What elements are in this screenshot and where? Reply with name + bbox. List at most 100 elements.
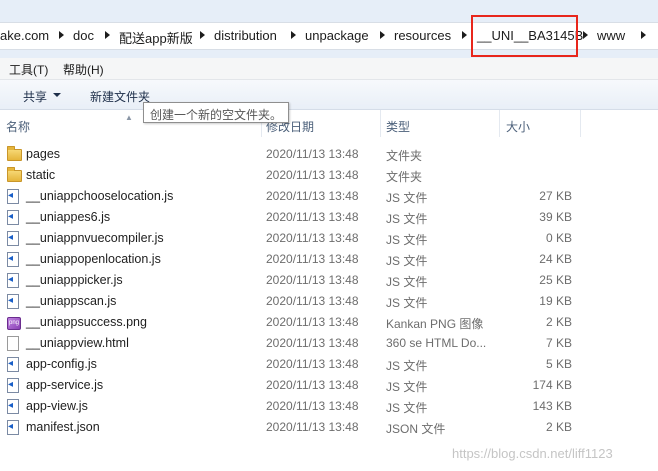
file-type: JSON 文件	[386, 422, 446, 436]
breadcrumb-item[interactable]: 配送app新版	[119, 28, 193, 47]
file-row[interactable]: app-view.js 2020/11/13 13:48 JS 文件 143 K…	[0, 396, 658, 417]
watermark: https://blog.csdn.net/liff1123	[452, 446, 613, 461]
breadcrumb-separator-icon[interactable]	[291, 31, 296, 39]
column-divider[interactable]	[499, 110, 500, 137]
breadcrumb-item[interactable]: ake.com	[0, 28, 49, 43]
html-file-icon	[7, 336, 19, 351]
file-row[interactable]: __uniappchooselocation.js 2020/11/13 13:…	[0, 186, 658, 207]
file-type: JS 文件	[386, 254, 428, 268]
column-header-size[interactable]: 大小	[506, 118, 530, 135]
toolbar: 共享 新建文件夹	[0, 80, 658, 110]
file-size: 5 KB	[545, 357, 572, 371]
file-date: 2020/11/13 13:48	[266, 315, 359, 329]
js-file-icon	[7, 210, 19, 225]
file-name: __uniappopenlocation.js	[26, 252, 161, 266]
file-type: JS 文件	[386, 275, 428, 289]
column-divider[interactable]	[380, 110, 381, 137]
file-name: __uniappchooselocation.js	[26, 189, 174, 203]
file-name: app-service.js	[26, 378, 104, 392]
file-name: __uniappscan.js	[26, 294, 117, 308]
file-row[interactable]: pages 2020/11/13 13:48 文件夹	[0, 144, 658, 165]
file-date: 2020/11/13 13:48	[266, 189, 359, 203]
sort-up-icon: ▲	[125, 113, 133, 122]
file-size: 2 KB	[545, 420, 572, 434]
file-date: 2020/11/13 13:48	[266, 273, 359, 287]
file-type: JS 文件	[386, 359, 428, 373]
js-file-icon	[7, 252, 19, 267]
file-size: 27 KB	[539, 189, 572, 203]
file-name: app-view.js	[26, 399, 88, 413]
file-row[interactable]: __uniappopenlocation.js 2020/11/13 13:48…	[0, 249, 658, 270]
file-date: 2020/11/13 13:48	[266, 147, 359, 161]
tooltip: 创建一个新的空文件夹。	[143, 102, 290, 123]
file-row[interactable]: app-service.js 2020/11/13 13:48 JS 文件 17…	[0, 375, 658, 396]
breadcrumb-separator-icon[interactable]	[583, 31, 588, 39]
file-date: 2020/11/13 13:48	[266, 210, 359, 224]
breadcrumb-item[interactable]: www	[597, 28, 625, 43]
file-date: 2020/11/13 13:48	[266, 378, 359, 392]
folder-icon	[7, 167, 22, 182]
file-name: __uniappnvuecompiler.js	[26, 231, 164, 245]
file-date: 2020/11/13 13:48	[266, 231, 359, 245]
png-file-icon	[7, 317, 21, 330]
file-date: 2020/11/13 13:48	[266, 357, 359, 371]
file-date: 2020/11/13 13:48	[266, 252, 359, 266]
file-size: 19 KB	[539, 294, 572, 308]
js-file-icon	[7, 273, 19, 288]
column-header-type[interactable]: 类型	[386, 118, 410, 135]
js-file-icon	[7, 231, 19, 246]
breadcrumb-item[interactable]: resources	[394, 28, 451, 43]
file-type: JS 文件	[386, 212, 428, 226]
menu-help[interactable]: 帮助(H)	[63, 61, 104, 78]
breadcrumb-item[interactable]: doc	[73, 28, 94, 43]
file-date: 2020/11/13 13:48	[266, 294, 359, 308]
file-date: 2020/11/13 13:48	[266, 399, 359, 413]
file-name: app-config.js	[26, 357, 97, 371]
file-size: 24 KB	[539, 252, 572, 266]
column-divider[interactable]	[580, 110, 581, 137]
file-size: 174 KB	[532, 378, 572, 392]
breadcrumb-item[interactable]: unpackage	[305, 28, 369, 43]
menu-bar: 工具(T) 帮助(H)	[0, 58, 658, 80]
json-file-icon	[7, 420, 19, 435]
js-file-icon	[7, 294, 19, 309]
breadcrumb-separator-icon[interactable]	[59, 31, 64, 39]
chevron-down-icon[interactable]	[53, 93, 61, 97]
file-row[interactable]: __uniappview.html 2020/11/13 13:48 360 s…	[0, 333, 658, 354]
file-date: 2020/11/13 13:48	[266, 336, 359, 350]
file-row[interactable]: __uniappes6.js 2020/11/13 13:48 JS 文件 39…	[0, 207, 658, 228]
menu-tools[interactable]: 工具(T)	[9, 61, 48, 78]
share-button[interactable]: 共享	[23, 88, 47, 105]
new-folder-button[interactable]: 新建文件夹	[90, 88, 150, 105]
file-size: 0 KB	[545, 231, 572, 245]
breadcrumb-separator-icon[interactable]	[641, 31, 646, 39]
file-row[interactable]: __uniapppicker.js 2020/11/13 13:48 JS 文件…	[0, 270, 658, 291]
breadcrumb-separator-icon[interactable]	[380, 31, 385, 39]
file-type: JS 文件	[386, 380, 428, 394]
file-row[interactable]: app-config.js 2020/11/13 13:48 JS 文件 5 K…	[0, 354, 658, 375]
js-file-icon	[7, 189, 19, 204]
file-row[interactable]: __uniappsuccess.png 2020/11/13 13:48 Kan…	[0, 312, 658, 333]
file-name: pages	[26, 147, 61, 161]
breadcrumb-item[interactable]: distribution	[214, 28, 277, 43]
breadcrumb-separator-icon[interactable]	[200, 31, 205, 39]
js-file-icon	[7, 399, 19, 414]
file-type: Kankan PNG 图像	[386, 317, 484, 331]
file-row[interactable]: static 2020/11/13 13:48 文件夹	[0, 165, 658, 186]
file-name: __uniappes6.js	[26, 210, 111, 224]
file-row[interactable]: manifest.json 2020/11/13 13:48 JSON 文件 2…	[0, 417, 658, 438]
column-header-name[interactable]: 名称	[6, 118, 30, 135]
js-file-icon	[7, 378, 19, 393]
file-row[interactable]: __uniappnvuecompiler.js 2020/11/13 13:48…	[0, 228, 658, 249]
file-type: JS 文件	[386, 296, 428, 310]
file-row[interactable]: __uniappscan.js 2020/11/13 13:48 JS 文件 1…	[0, 291, 658, 312]
file-name: __uniapppicker.js	[26, 273, 123, 287]
file-name: __uniappview.html	[26, 336, 129, 350]
file-name: manifest.json	[26, 420, 100, 434]
file-size: 2 KB	[545, 315, 572, 329]
breadcrumb-separator-icon[interactable]	[462, 31, 467, 39]
file-date: 2020/11/13 13:48	[266, 168, 359, 182]
file-type: 文件夹	[386, 170, 423, 184]
breadcrumb-separator-icon[interactable]	[105, 31, 110, 39]
file-name: __uniappsuccess.png	[26, 315, 147, 329]
